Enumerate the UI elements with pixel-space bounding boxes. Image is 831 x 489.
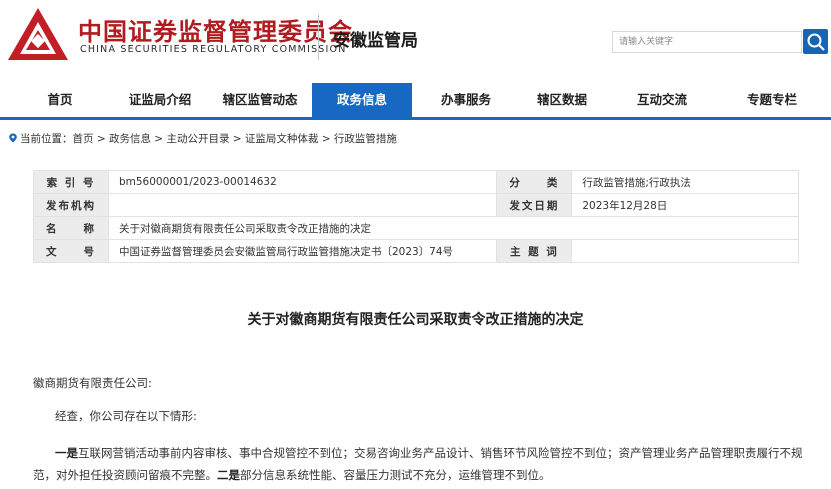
- table-row: 索 引 号 bm56000001/2023-00014632 分 类 行政监管措…: [33, 170, 799, 194]
- location-pin-icon: [9, 133, 17, 143]
- index-label: 索 引 号: [33, 170, 109, 194]
- main-nav: 首页 证监局介绍 辖区监管动态 政务信息 办事服务 辖区数据 互动交流 专题专栏: [0, 83, 831, 120]
- category-label: 分 类: [496, 170, 573, 194]
- name-value: 关于对徽商期货有限责任公司采取责令改正措施的决定: [107, 216, 800, 240]
- table-row: 名 称 关于对徽商期货有限责任公司采取责令改正措施的决定: [33, 216, 800, 240]
- header-divider: [318, 14, 319, 60]
- publisher-label: 发布机构: [33, 193, 109, 217]
- index-value: bm56000001/2023-00014632: [107, 170, 498, 194]
- findings-paragraph: 一是互联网营销活动事前内容审核、事中合规管控不到位；交易咨询业务产品设计、销售环…: [33, 442, 803, 486]
- point-2-marker: 二是: [217, 468, 240, 482]
- nav-services[interactable]: 办事服务: [424, 83, 508, 117]
- nav-regional-data[interactable]: 辖区数据: [520, 83, 604, 117]
- addressee: 徽商期货有限责任公司:: [33, 376, 152, 390]
- site-title-en: CHINA SECURITIES REGULATORY COMMISSION: [80, 44, 347, 55]
- docno-label: 文 号: [33, 239, 109, 263]
- search-button[interactable]: [803, 29, 828, 54]
- subject-value: [571, 239, 799, 263]
- table-row: 文 号 中国证券监督管理委员会安徽监管局行政监管措施决定书〔2023〕74号 主…: [33, 239, 799, 263]
- nav-interaction[interactable]: 互动交流: [620, 83, 704, 117]
- point-1-marker: 一是: [55, 446, 78, 460]
- point-2-text: 部分信息系统性能、容量压力测试不充分，运维管理不到位。: [240, 468, 551, 482]
- name-label: 名 称: [33, 216, 109, 240]
- site-header: 中国证券监督管理委员会 CHINA SECURITIES REGULATORY …: [0, 0, 831, 80]
- breadcrumb-text[interactable]: 当前位置：首页 > 政务信息 > 主动公开目录 > 证监局文种体裁 > 行政监管…: [20, 133, 397, 145]
- date-value: 2023年12月28日: [571, 193, 799, 217]
- breadcrumb: 当前位置：首页 > 政务信息 > 主动公开目录 > 证监局文种体裁 > 行政监管…: [8, 131, 397, 146]
- intro-paragraph: 经查，你公司存在以下情形:: [55, 409, 197, 423]
- search-box: [612, 31, 802, 53]
- category-value: 行政监管措施;行政执法: [571, 170, 799, 194]
- nav-home[interactable]: 首页: [20, 83, 100, 117]
- search-input[interactable]: [613, 32, 801, 52]
- nav-bureau-intro[interactable]: 证监局介绍: [118, 83, 202, 117]
- search-icon: [807, 33, 825, 51]
- nav-gov-info[interactable]: 政务信息: [312, 83, 412, 117]
- csrc-logo-icon[interactable]: [6, 6, 70, 62]
- document-info-table: 索 引 号 bm56000001/2023-00014632 分 类 行政监管措…: [33, 170, 800, 263]
- docno-value: 中国证券监督管理委员会安徽监管局行政监管措施决定书〔2023〕74号: [107, 239, 498, 263]
- nav-regional-news[interactable]: 辖区监管动态: [218, 83, 302, 117]
- bureau-name: 安徽监管局: [333, 31, 418, 51]
- article-title: 关于对徽商期货有限责任公司采取责令改正措施的决定: [247, 312, 584, 328]
- subject-label: 主 题 词: [496, 239, 573, 263]
- table-row: 发布机构 发文日期 2023年12月28日: [33, 193, 799, 217]
- date-label: 发文日期: [496, 193, 573, 217]
- nav-special[interactable]: 专题专栏: [730, 83, 814, 117]
- site-title[interactable]: 中国证券监督管理委员会: [78, 12, 353, 47]
- publisher-value: [107, 193, 498, 217]
